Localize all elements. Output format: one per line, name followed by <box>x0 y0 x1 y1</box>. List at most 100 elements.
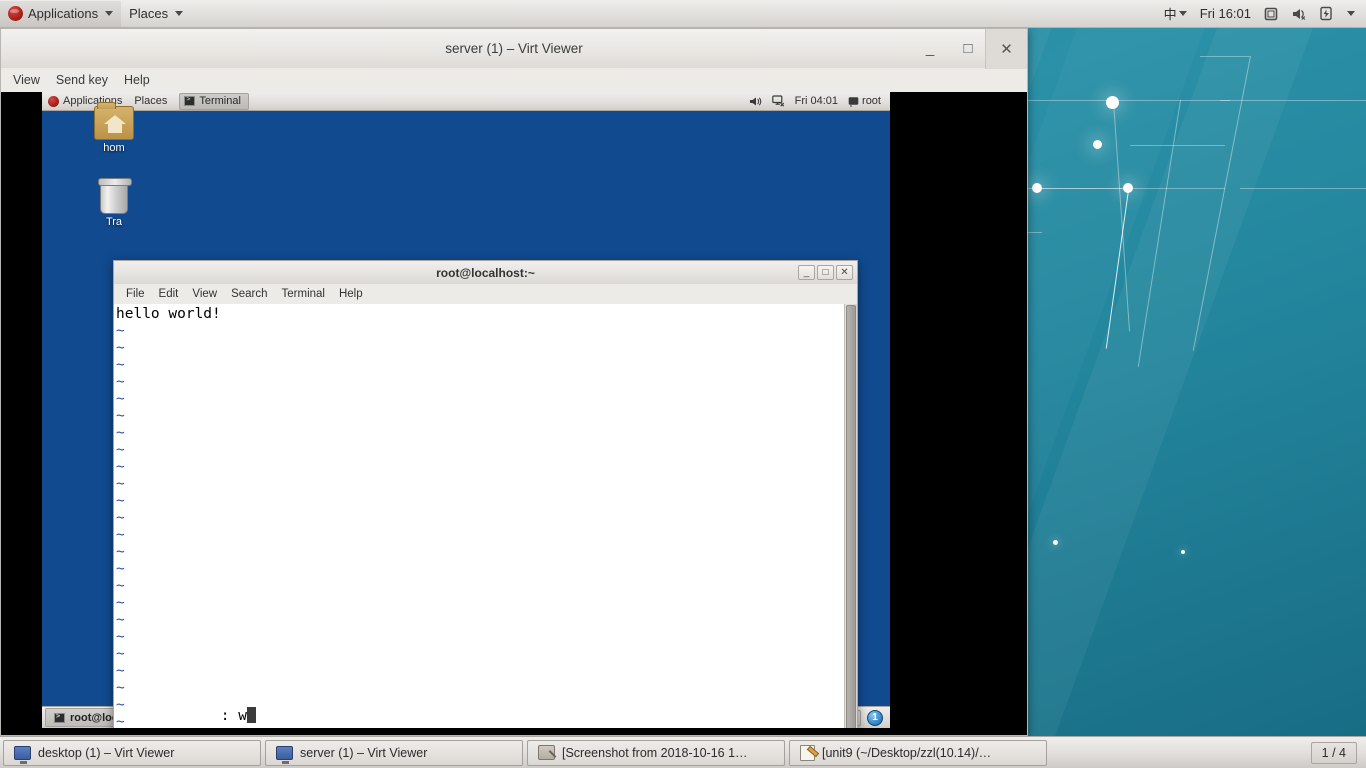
terminal-icon <box>184 95 196 106</box>
wallpaper-dot <box>1181 550 1185 554</box>
host-places-menu[interactable]: Places <box>121 1 191 27</box>
guest-speaker-icon[interactable] <box>745 92 766 111</box>
gnome-terminal-window[interactable]: root@localhost:~ _ □ ✕ File Edit View Se… <box>113 260 858 728</box>
vim-tilde-line: ~ <box>116 391 125 407</box>
guest-panel-status-area: Fri 04:01 root <box>745 92 890 111</box>
terminal-menu-help[interactable]: Help <box>332 287 370 301</box>
menu-help[interactable]: Help <box>116 71 158 89</box>
host-applications-menu[interactable]: Applications <box>0 0 122 27</box>
house-roof-shape <box>104 115 126 124</box>
terminal-scrollbar-thumb[interactable] <box>846 305 856 728</box>
virt-viewer-window[interactable]: server (1) – Virt Viewer _ □ ✕ ✕ View Se… <box>0 28 1028 736</box>
host-input-method-indicator[interactable]: 中 <box>1159 1 1192 27</box>
home-folder-icon <box>94 102 134 140</box>
guest-network-icon[interactable] <box>768 92 789 111</box>
battery-icon[interactable] <box>1315 1 1337 27</box>
wallpaper-line <box>1200 56 1250 57</box>
vim-empty-line-markers: ~~~~~~~~~~~~~~~~~~~~~~~~~ <box>116 323 844 728</box>
wallpaper-line <box>1240 188 1366 189</box>
terminal-minimize-button[interactable]: _ <box>798 265 815 280</box>
vim-editor-buffer[interactable]: hello world! ~~~~~~~~~~~~~~~~~~~~~~~~~ <box>114 304 844 728</box>
terminal-scrollbar[interactable] <box>844 304 857 728</box>
terminal-menubar: File Edit View Search Terminal Help <box>113 284 858 304</box>
terminal-menu-edit[interactable]: Edit <box>152 287 186 301</box>
terminal-body[interactable]: hello world! ~~~~~~~~~~~~~~~~~~~~~~~~~ :… <box>113 304 858 728</box>
wallpaper-line <box>1110 100 1230 101</box>
wallpaper-dot <box>1106 96 1119 109</box>
guest-clock-label: Fri 04:01 <box>794 95 839 107</box>
guest-top-panel: Applications Places Terminal <box>42 92 890 111</box>
host-places-label: Places <box>129 6 169 21</box>
desktop-icon-home-folder[interactable]: hom <box>77 102 151 154</box>
speaker-muted-icon[interactable] <box>1286 1 1312 27</box>
terminal-menu-terminal[interactable]: Terminal <box>275 287 332 301</box>
wallpaper-dot <box>1123 183 1133 193</box>
terminal-icon <box>54 712 65 723</box>
host-taskbar-item-server-virt-viewer[interactable]: server (1) – Virt Viewer <box>265 739 523 766</box>
minimize-button[interactable]: _ <box>911 30 949 68</box>
wallpaper-line <box>1040 188 1130 189</box>
vim-tilde-line: ~ <box>116 340 125 356</box>
screenshot-icon <box>538 745 555 760</box>
wallpaper-dot <box>1053 540 1058 545</box>
terminal-window-controls: _ □ ✕ <box>798 265 857 280</box>
chevron-down-icon <box>1178 11 1187 16</box>
host-taskbar-item-label: desktop (1) – Virt Viewer <box>38 745 175 760</box>
host-taskbar-item-desktop-virt-viewer[interactable]: desktop (1) – Virt Viewer <box>3 739 261 766</box>
vim-tilde-line: ~ <box>116 663 125 679</box>
host-taskbar-item-screenshot[interactable]: [Screenshot from 2018-10-16 1… <box>527 739 785 766</box>
virt-viewer-display-canvas[interactable]: Applications Places Terminal <box>0 92 1028 736</box>
vim-block-cursor <box>246 707 256 723</box>
host-taskbar-item-label: [unit9 (~/Desktop/zzl(10.14)/… <box>822 745 992 760</box>
screen-icon[interactable] <box>1259 1 1283 27</box>
terminal-close-button[interactable]: ✕ <box>836 265 853 280</box>
vim-tilde-line: ~ <box>116 408 125 424</box>
menu-view[interactable]: View <box>5 71 48 89</box>
house-body-shape <box>108 124 122 133</box>
vim-tilde-line: ~ <box>116 527 125 543</box>
guest-notification-badge[interactable]: 1 <box>867 709 883 726</box>
maximize-button[interactable]: □ <box>949 30 987 68</box>
host-taskbar-item-label: server (1) – Virt Viewer <box>300 745 428 760</box>
vim-text-line: hello world! <box>116 306 221 322</box>
guest-user-label: root <box>862 95 881 107</box>
virt-viewer-titlebar[interactable]: server (1) – Virt Viewer _ □ ✕ ✕ <box>0 28 1028 69</box>
guest-desktop[interactable]: Applications Places Terminal <box>42 92 890 728</box>
host-clock[interactable]: Fri 16:01 <box>1195 1 1256 27</box>
wallpaper-line <box>1130 145 1225 146</box>
terminal-titlebar[interactable]: root@localhost:~ _ □ ✕ <box>113 260 858 284</box>
vim-tilde-line: ~ <box>116 561 125 577</box>
monitor-icon <box>14 745 31 764</box>
guest-clock[interactable]: Fri 04:01 <box>791 92 842 111</box>
host-panel-menu-chevron[interactable] <box>1340 1 1360 27</box>
terminal-maximize-button[interactable]: □ <box>817 265 834 280</box>
chevron-down-icon <box>1347 11 1355 16</box>
guest-user-menu[interactable]: root <box>844 92 885 111</box>
guest-window-task-label: Terminal <box>199 95 241 107</box>
host-taskbar-item-document[interactable]: [unit9 (~/Desktop/zzl(10.14)/… <box>789 739 1047 766</box>
terminal-menu-view[interactable]: View <box>185 287 224 301</box>
vim-tilde-line: ~ <box>116 442 125 458</box>
wallpaper-dot <box>1032 183 1042 193</box>
wallpaper-line <box>1028 232 1042 233</box>
vim-tilde-line: ~ <box>116 323 125 339</box>
vim-tilde-line: ~ <box>116 510 125 526</box>
document-icon <box>800 744 815 761</box>
terminal-menu-file[interactable]: File <box>119 287 152 301</box>
chevron-down-icon <box>175 11 184 16</box>
chevron-down-icon <box>105 11 114 16</box>
host-workspace-switcher[interactable]: 1 / 4 <box>1310 741 1357 764</box>
desktop-icon-label: Tra <box>105 216 123 228</box>
desktop-icon-trash[interactable]: Tra <box>77 178 151 228</box>
guest-window-task-terminal[interactable]: Terminal <box>179 92 249 110</box>
vim-tilde-line: ~ <box>116 544 125 560</box>
host-panel-status-area: 中 Fri 16:01 <box>1159 1 1366 27</box>
vim-tilde-line: ~ <box>116 493 125 509</box>
secondary-close-button[interactable]: ✕ <box>985 29 1027 69</box>
terminal-menu-search[interactable]: Search <box>224 287 274 301</box>
menu-send-key[interactable]: Send key <box>48 71 116 89</box>
host-clock-label: Fri 16:01 <box>1199 6 1251 21</box>
host-applications-label: Applications <box>28 6 99 21</box>
host-taskbar-item-label: [Screenshot from 2018-10-16 1… <box>562 745 748 760</box>
wallpaper-line <box>1028 100 1118 101</box>
